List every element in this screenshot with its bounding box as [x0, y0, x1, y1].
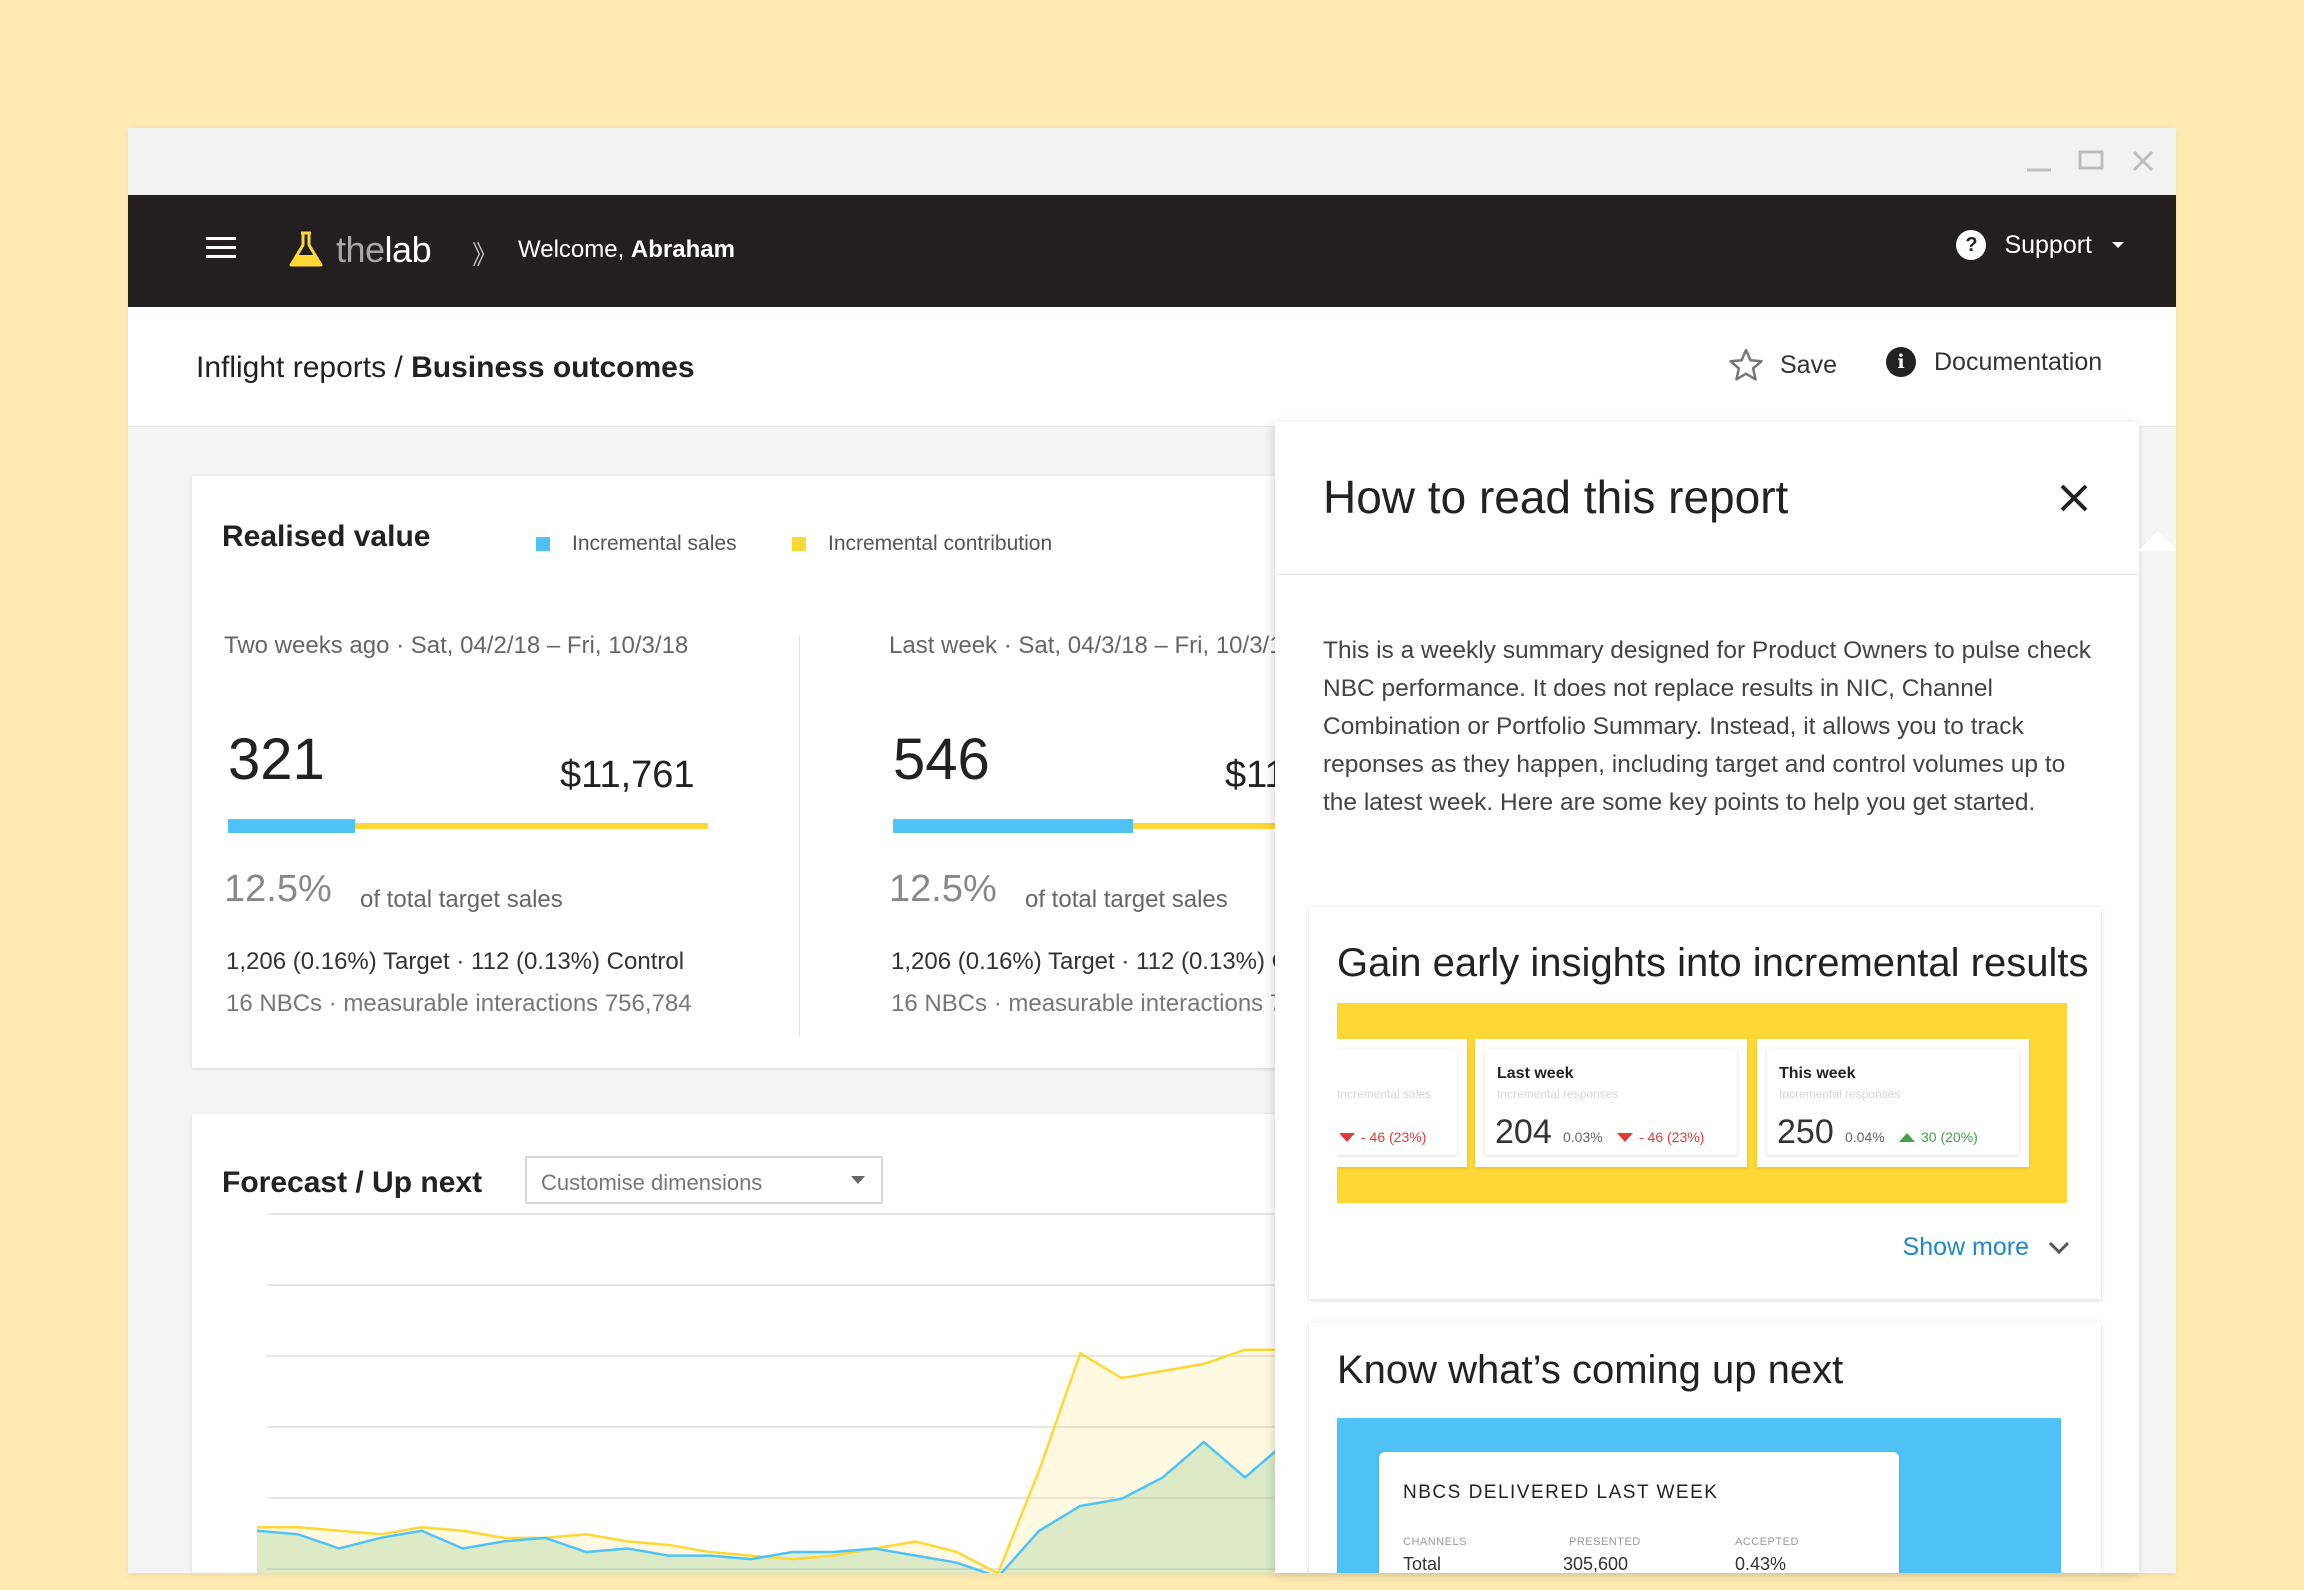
row-channels-value: Total: [1403, 1554, 1442, 1573]
progress-bar-contribution: [355, 823, 708, 829]
period-two-weeks-ago: Two weeks ago · Sat, 04/2/18 – Fri, 10/3…: [224, 476, 784, 1068]
progress-bar-sales: [228, 819, 355, 833]
mini-card-delta: - 46 (23%): [1617, 1129, 1704, 1145]
menu-icon[interactable]: [206, 237, 236, 261]
info-icon: i: [1886, 347, 1916, 377]
delta-text: - 46 (23%): [1639, 1129, 1705, 1145]
nbcs-delivered-title: NBCS DELIVERED LAST WEEK: [1403, 1482, 1719, 1503]
legend-swatch-contribution: [792, 537, 806, 551]
period-label: Last week · Sat, 04/3/18 – Fri, 10/3/18: [889, 632, 1296, 659]
panel-divider: [1275, 574, 2139, 575]
flask-icon: [289, 231, 323, 267]
mini-card-delta: 30 (20%): [1899, 1129, 1978, 1145]
panel-pointer: [2138, 531, 2176, 551]
mini-card-label: Last week: [1497, 1065, 1574, 1082]
target-sales-percent: 12.5%: [224, 868, 332, 910]
mini-card-pct: 0.03%: [1563, 1129, 1603, 1145]
panel-title: How to read this report: [1323, 471, 1789, 523]
column-presented: PRESENTED: [1569, 1536, 1641, 1548]
progress-bar-sales: [893, 819, 1133, 833]
minimize-icon[interactable]: [2022, 144, 2056, 178]
coming-up-card-title: Know what’s coming up next: [1337, 1348, 1844, 1392]
help-icon: ?: [1956, 230, 1987, 260]
mini-card-value: 204: [1495, 1113, 1552, 1151]
progress-bar: [228, 819, 708, 833]
insights-illustration: Incremental sales - 46 (23%) Last week I…: [1337, 1003, 2067, 1203]
mini-card-sub: Incremental responses: [1779, 1087, 1901, 1101]
period-divider: [799, 636, 800, 1036]
delta-text: - 46 (23%): [1361, 1129, 1427, 1145]
column-accepted: ACCEPTED: [1735, 1536, 1799, 1548]
mini-card-this-week: This week Incremental responses 250 0.04…: [1757, 1039, 2029, 1167]
breadcrumb: Inflight reports / Business outcomes: [196, 351, 695, 385]
user-name: Abraham: [630, 236, 735, 263]
mini-card-partial: Incremental sales - 46 (23%): [1337, 1039, 1467, 1167]
mini-card-inner: This week Incremental responses 250 0.04…: [1767, 1049, 2019, 1155]
maximize-icon[interactable]: [2074, 144, 2108, 178]
mini-card-pct: 0.04%: [1845, 1129, 1885, 1145]
show-more-button[interactable]: Show more: [1903, 1233, 2071, 1262]
row-accepted-value: 0.43%: [1735, 1554, 1787, 1573]
nbcs-delivered-card: NBCS DELIVERED LAST WEEK CHANNELS PRESEN…: [1379, 1452, 1899, 1573]
chevron-down-icon: [2048, 1241, 2070, 1254]
page-subheader: Inflight reports / Business outcomes Sav…: [128, 307, 2176, 427]
breadcrumb-separator: 》: [472, 240, 499, 270]
app-header: thelab 》 Welcome, Abraham ? Support: [128, 195, 2176, 307]
mini-card-inner: Last week Incremental responses 204 0.03…: [1485, 1049, 1737, 1155]
target-sales-percent: 12.5%: [889, 868, 997, 910]
show-more-label: Show more: [1902, 1233, 2029, 1261]
insights-card: Gain early insights into incremental res…: [1309, 907, 2101, 1299]
welcome-message: Welcome, Abraham: [518, 236, 735, 263]
close-icon[interactable]: [2054, 478, 2094, 518]
column-channels: CHANNELS: [1403, 1536, 1467, 1548]
nbc-stats: 16 NBCs · measurable interactions 756,78…: [226, 990, 692, 1017]
mini-card-value: 250: [1777, 1113, 1834, 1151]
row-presented-value: 305,600: [1563, 1554, 1629, 1573]
mini-card-label: This week: [1779, 1065, 1856, 1082]
page-title: Business outcomes: [411, 351, 695, 384]
mini-card-delta: - 46 (23%): [1339, 1129, 1426, 1145]
arrow-down-icon: [1339, 1132, 1355, 1142]
period-label: Two weeks ago · Sat, 04/2/18 – Fri, 10/3…: [224, 632, 689, 659]
realised-value-card: Realised value Incremental sales Increme…: [192, 476, 1412, 1068]
delta-text: 30 (20%): [1921, 1129, 1978, 1145]
incremental-sales-count: 546: [893, 727, 990, 792]
breadcrumb-parent[interactable]: Inflight reports /: [196, 351, 411, 384]
save-label: Save: [1780, 350, 1837, 379]
insights-card-title: Gain early insights into incremental res…: [1337, 941, 2089, 985]
coming-up-card: Know what’s coming up next NBCS DELIVERE…: [1309, 1322, 2101, 1573]
panel-description: This is a weekly summary designed for Pr…: [1323, 637, 2091, 816]
star-icon: [1729, 348, 1763, 381]
how-to-read-panel: How to read this report This is a weekly…: [1275, 422, 2139, 1573]
incremental-contribution-value: $11,761: [560, 754, 695, 796]
target-sales-label: of total target sales: [1025, 886, 1228, 913]
coming-up-illustration: NBCS DELIVERED LAST WEEK CHANNELS PRESEN…: [1337, 1418, 2061, 1573]
support-label: Support: [2004, 230, 2092, 259]
close-window-icon[interactable]: [2126, 144, 2160, 178]
target-control-stats: 1,206 (0.16%) Target · 112 (0.13%) Contr…: [226, 948, 685, 975]
documentation-button[interactable]: i Documentation: [1886, 347, 2102, 377]
mini-card-sub: Incremental sales: [1337, 1087, 1432, 1101]
caret-down-icon: [2112, 242, 2124, 248]
mini-card-last-week: Last week Incremental responses 204 0.03…: [1475, 1039, 1747, 1167]
mini-card-inner: Incremental sales - 46 (23%): [1337, 1049, 1457, 1155]
target-sales-label: of total target sales: [360, 886, 563, 913]
window-titlebar: [128, 128, 2176, 195]
logo-text: thelab: [336, 229, 432, 270]
save-button[interactable]: Save: [1728, 347, 1837, 383]
thelab-logo[interactable]: thelab: [288, 229, 432, 271]
documentation-label: Documentation: [1934, 347, 2103, 376]
arrow-down-icon: [1617, 1132, 1633, 1142]
mini-card-sub: Incremental responses: [1497, 1087, 1619, 1101]
incremental-sales-count: 321: [228, 727, 325, 792]
support-menu[interactable]: ? Support: [1956, 230, 2126, 260]
arrow-up-icon: [1899, 1132, 1915, 1142]
